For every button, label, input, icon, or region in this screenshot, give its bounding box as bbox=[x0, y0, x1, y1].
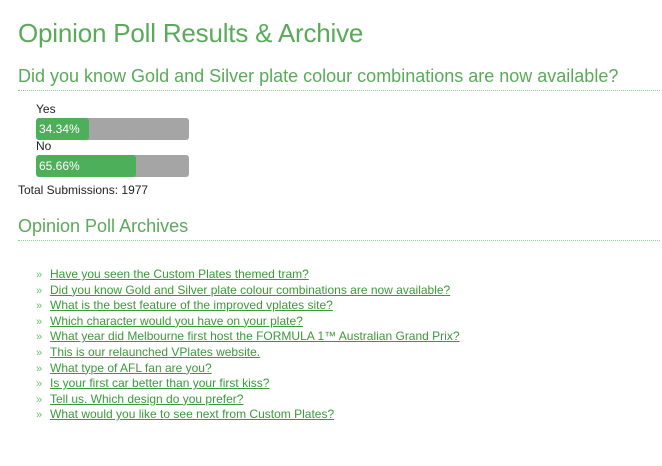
result-percent: 34.34% bbox=[39, 122, 80, 136]
archive-list-item: » Did you know Gold and Silver plate colo… bbox=[36, 283, 460, 299]
double-chevron-right-icon: » bbox=[36, 269, 43, 281]
archive-poll-link[interactable]: What type of AFL fan are you? bbox=[50, 361, 212, 375]
answer-label: No bbox=[36, 139, 52, 153]
archive-list-item: » Have you seen the Custom Plates themed … bbox=[36, 267, 460, 283]
archive-poll-link[interactable]: What year did Melbourne first host the F… bbox=[50, 329, 460, 343]
double-chevron-right-icon: » bbox=[36, 315, 43, 328]
archives-title: Opinion Poll Archives bbox=[18, 214, 660, 241]
double-chevron-right-icon: » bbox=[36, 300, 43, 313]
double-chevron-right-icon: » bbox=[36, 393, 43, 406]
archive-poll-link[interactable]: What is the best feature of the improved… bbox=[50, 298, 333, 312]
poll-question: Did you know Gold and Silver plate colou… bbox=[18, 64, 660, 91]
result-percent: 65.66% bbox=[39, 159, 80, 173]
poll-results: Yes 34.34% No 65.66% bbox=[36, 102, 189, 177]
double-chevron-right-icon: » bbox=[36, 284, 43, 297]
archive-list-item: » Is your first car better than your firs… bbox=[36, 376, 460, 392]
answer-yes: Yes 34.34% bbox=[36, 102, 189, 140]
archive-list-item: » What year did Melbourne first host the … bbox=[36, 329, 460, 345]
archive-poll-link[interactable]: This is our relaunched VPlates website. bbox=[50, 345, 260, 359]
page-title: Opinion Poll Results & Archive bbox=[18, 18, 364, 48]
total-submissions-value: 1977 bbox=[121, 183, 149, 197]
archive-poll-link[interactable]: Have you seen the Custom Plates themed t… bbox=[50, 267, 309, 281]
answer-no: No 65.66% bbox=[36, 139, 189, 177]
archive-poll-link[interactable]: Tell us. Which design do you prefer? bbox=[50, 392, 243, 406]
archive-list-item: » This is our relaunched VPlates website. bbox=[36, 345, 460, 361]
double-chevron-right-icon: » bbox=[36, 346, 43, 359]
double-chevron-right-icon: » bbox=[36, 378, 43, 391]
archive-list-item: » Which character would you have on your … bbox=[36, 314, 460, 330]
double-chevron-right-icon: » bbox=[36, 409, 43, 422]
archive-poll-link[interactable]: What would you like to see next from Cus… bbox=[50, 407, 334, 421]
double-chevron-right-icon: » bbox=[36, 362, 43, 375]
answer-label: Yes bbox=[36, 102, 56, 116]
result-bar-track: 65.66% bbox=[36, 155, 189, 177]
total-submissions: Total Submissions: 1977 bbox=[18, 183, 148, 197]
double-chevron-right-icon: » bbox=[36, 331, 43, 344]
result-bar-track: 34.34% bbox=[36, 118, 189, 140]
archive-poll-link[interactable]: Is your first car better than your first… bbox=[50, 376, 269, 390]
total-submissions-label: Total Submissions: bbox=[18, 183, 119, 197]
archive-poll-link[interactable]: Did you know Gold and Silver plate colou… bbox=[50, 283, 450, 297]
archive-list-item: » What is the best feature of the improve… bbox=[36, 298, 460, 314]
archive-list-item: » Tell us. Which design do you prefer? bbox=[36, 392, 460, 408]
archive-list-item: » What would you like to see next from Cu… bbox=[36, 407, 460, 423]
archive-list: » Have you seen the Custom Plates themed … bbox=[36, 267, 460, 423]
archive-poll-link[interactable]: Which character would you have on your p… bbox=[50, 314, 303, 328]
archive-list-item: » What type of AFL fan are you? bbox=[36, 361, 460, 377]
